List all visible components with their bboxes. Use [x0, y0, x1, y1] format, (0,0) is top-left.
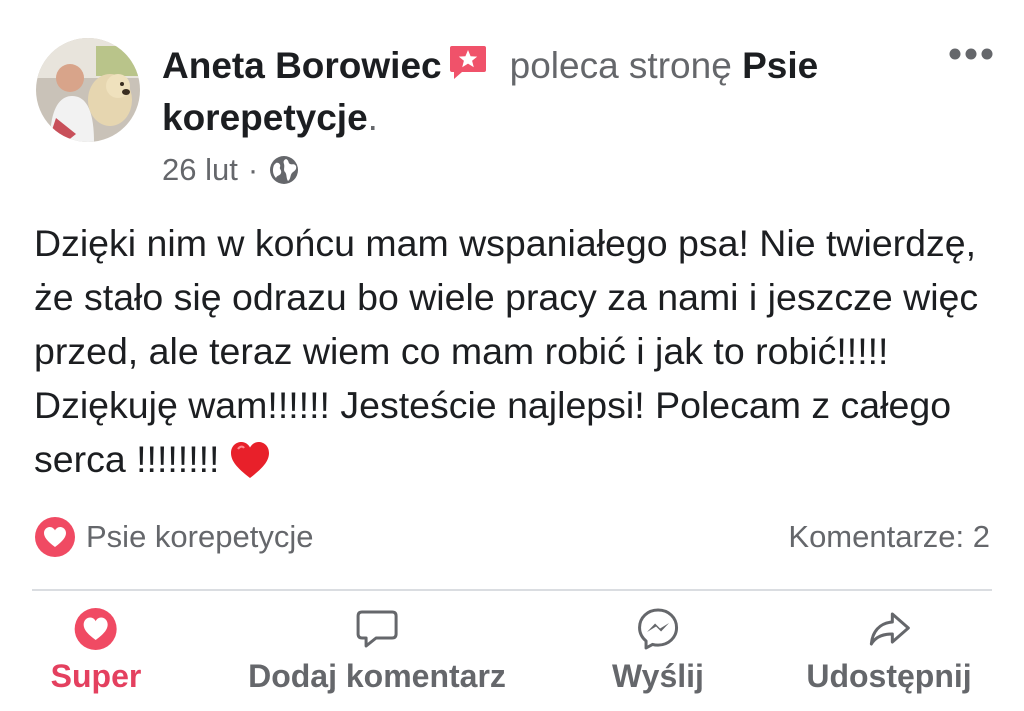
post-header: Aneta Borowiec poleca stronę Psie korepe…: [162, 40, 942, 144]
love-reaction-icon: [35, 517, 75, 557]
author-name[interactable]: Aneta Borowiec: [162, 45, 442, 86]
header-period: .: [367, 97, 378, 138]
avatar[interactable]: [36, 38, 140, 142]
comments-count[interactable]: Komentarze: 2: [788, 516, 990, 558]
share-arrow-icon: [869, 612, 910, 646]
red-heart-icon: [231, 442, 270, 478]
send-button[interactable]: Wyślij: [612, 606, 704, 695]
meta-separator: ·: [247, 152, 259, 187]
globe-icon: [270, 156, 299, 184]
post-date[interactable]: 26 lut: [162, 150, 238, 190]
super-button[interactable]: Super: [50, 606, 142, 695]
share-button[interactable]: Udostępnij: [806, 606, 972, 695]
send-label: Wyślij: [612, 658, 704, 694]
add-comment-button[interactable]: Dodaj komentarz: [248, 606, 506, 695]
post-body: Dzięki nim w końcu mam wspaniałego psa! …: [34, 222, 979, 480]
love-reaction-icon: [75, 608, 117, 650]
divider: [32, 589, 992, 591]
recommendation-icon: [449, 46, 486, 79]
messenger-icon: [637, 608, 678, 650]
post-text: Dzięki nim w końcu mam wspaniałego psa! …: [34, 216, 994, 486]
share-label: Udostępnij: [806, 658, 972, 694]
add-comment-label: Dodaj komentarz: [248, 658, 506, 694]
post-meta: 26 lut ·: [162, 150, 300, 190]
recommend-action-text: poleca stronę: [509, 45, 732, 86]
more-options-button[interactable]: [948, 44, 994, 64]
more-dots-icon: [949, 48, 993, 60]
action-bar: Super Dodaj komentarz Wyślij Udostępnij: [0, 606, 1024, 706]
super-label: Super: [50, 658, 142, 694]
reactions-label: Psie korepetycje: [86, 519, 314, 554]
comment-bubble-icon: [356, 610, 398, 648]
reactions-summary[interactable]: Psie korepetycje: [34, 516, 313, 558]
